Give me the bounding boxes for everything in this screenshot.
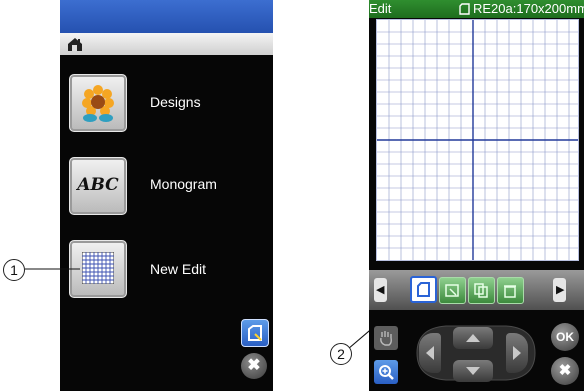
copy-icon [474,283,488,298]
hand-move-button[interactable] [374,326,398,350]
close-button[interactable]: ✖ [551,357,579,385]
title-bar: Edit RE20a:170x200mm [369,0,584,18]
delete-tool[interactable] [497,277,524,304]
move-up-button[interactable] [453,327,493,349]
hoop-select-icon [417,282,430,297]
move-down-button[interactable] [453,360,493,382]
arrow-up-icon [466,334,480,342]
hoop-icon [459,3,470,15]
copy-tool[interactable] [468,277,495,304]
hoop-size-label: RE20a:170x200mm [473,1,584,16]
edit-screen: Edit RE20a:170x200mm ◀ ▶ OK ✖ [369,0,584,391]
screen-title: Edit [369,1,392,16]
open-file-icon [445,284,459,297]
arrow-left-icon: ◀ [376,284,385,296]
arrow-right-icon [513,346,521,360]
callout-2: 2 [330,343,352,365]
arrow-down-icon [466,367,480,375]
edit-canvas[interactable] [376,19,579,261]
arrow-right-icon: ▶ [556,284,565,296]
ok-label: OK [556,330,574,344]
delete-icon [504,285,516,298]
arrow-left-icon [426,346,434,360]
hoop-select-tool[interactable] [410,276,437,303]
hand-icon [380,331,392,346]
zoom-in-icon [379,365,394,380]
move-left-button[interactable] [419,333,441,373]
move-right-button[interactable] [506,333,528,373]
scroll-left-button[interactable]: ◀ [374,278,387,302]
scroll-right-button[interactable]: ▶ [553,278,566,302]
ok-button[interactable]: OK [551,323,579,351]
callout-2-number: 2 [337,346,345,362]
open-file-tool[interactable] [439,277,466,304]
zoom-button[interactable] [374,360,398,384]
canvas-grid [377,20,578,260]
close-icon: ✖ [558,362,572,379]
tool-strip: ◀ ▶ [369,270,584,310]
